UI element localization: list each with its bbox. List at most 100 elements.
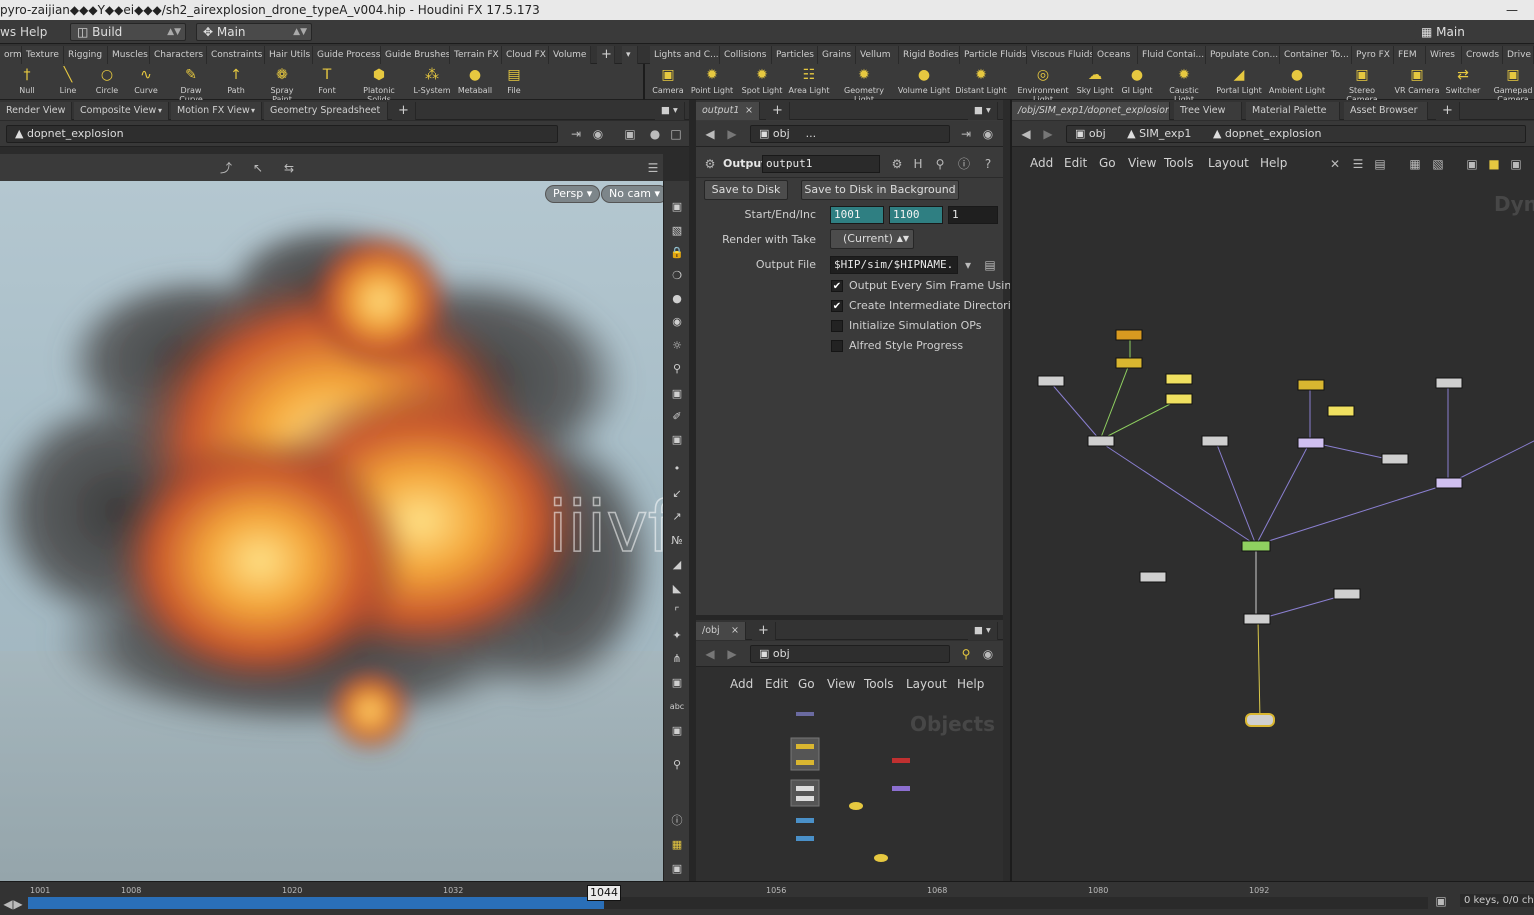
pin-icon[interactable]: ⇥ — [568, 126, 584, 142]
tool-vr-camera[interactable]: ▣ VR Camera — [1394, 64, 1440, 100]
shelf-tab-muscles[interactable]: Muscles — [108, 46, 150, 64]
obj-forward-icon[interactable]: ▶ — [724, 646, 740, 662]
take-select[interactable]: (Current) ▲▼ — [830, 229, 914, 249]
obj-path-field[interactable]: ▣ obj — [750, 645, 950, 663]
branch-icon[interactable]: ⋔ — [669, 651, 685, 667]
current-frame-indicator[interactable]: 1044 — [587, 885, 621, 901]
obj-menu-view[interactable]: View — [827, 677, 855, 691]
viewport-layout-icon[interactable]: □ — [668, 126, 684, 142]
normal-icon[interactable]: ↙ — [669, 486, 685, 502]
brush-icon[interactable]: ✐ — [669, 409, 685, 425]
obj-maximize-icon[interactable]: ■ ▾ — [968, 622, 998, 640]
add-tab-icon[interactable]: + — [392, 102, 416, 120]
shelf-tab-viscous-fluids[interactable]: Viscous Fluids — [1027, 46, 1093, 64]
tool-gamepad-camera[interactable]: ▣Gamepad Camera — [1492, 64, 1534, 104]
tool-line[interactable]: ╲ Line — [50, 64, 86, 100]
help-h-icon[interactable]: H — [910, 156, 926, 172]
point-icon[interactable]: • — [669, 461, 685, 477]
box-icon[interactable]: ▣ — [669, 675, 685, 691]
info-icon[interactable]: ⓘ — [669, 813, 685, 829]
tool-environment-light[interactable]: ◎Environment Light — [1014, 64, 1072, 104]
forward-icon[interactable]: ▶ — [724, 126, 740, 142]
obj-pin-icon[interactable]: ⚲ — [958, 646, 974, 662]
checkbox-alfred-style-progress[interactable] — [831, 340, 843, 352]
tool-geometry-light[interactable]: ✹Geometry Light — [840, 64, 888, 104]
shelf-tab-cloud-fx[interactable]: Cloud FX — [502, 46, 549, 64]
lights-icon[interactable]: ● — [647, 126, 663, 142]
display-icon[interactable]: ▣ — [669, 199, 685, 215]
back-icon[interactable]: ◀ — [702, 126, 718, 142]
tool-ambient-light[interactable]: ● Ambient Light — [1268, 64, 1326, 100]
tool-l-system[interactable]: ⁂ L-System — [410, 64, 454, 100]
tab-menu-icon[interactable]: ▾ — [251, 102, 255, 120]
tool-caustic-light[interactable]: ✹Caustic Light — [1159, 64, 1209, 104]
obj-menu-go[interactable]: Go — [798, 677, 815, 691]
shelf-tab-collisions[interactable]: Collisions — [720, 46, 772, 64]
frame-icon[interactable]: ▣ — [669, 723, 685, 739]
obj-back-icon[interactable]: ◀ — [702, 646, 718, 662]
shelf-tab-texture[interactable]: Texture — [22, 46, 64, 64]
shelf-tab-oceans[interactable]: Oceans — [1093, 46, 1138, 64]
node-name-field[interactable]: output1 — [762, 155, 880, 173]
display-options-icon[interactable]: ▣ — [622, 126, 638, 142]
transform-tool-icon[interactable]: ⇆ — [281, 160, 297, 176]
tab-menu-icon[interactable]: ▾ — [158, 102, 162, 120]
tool-gi-light[interactable]: ● GI Light — [1117, 64, 1157, 100]
save-to-disk-button[interactable]: Save to Disk — [704, 180, 788, 200]
shelf-tab-volume[interactable]: Volume — [549, 46, 591, 64]
shelf-tab-drive-s[interactable]: Drive S — [1503, 46, 1534, 64]
shelf-tab-fluid-contai[interactable]: Fluid Contai... — [1138, 46, 1206, 64]
shelf-tab-constraints[interactable]: Constraints — [207, 46, 265, 64]
tool-path[interactable]: ↑ Path — [218, 64, 254, 100]
scene-viewport[interactable]: iiivfx.com — [0, 181, 663, 881]
shelf-tab-grains[interactable]: Grains — [818, 46, 856, 64]
tool-circle[interactable]: ○ Circle — [89, 64, 125, 100]
minimize-icon[interactable]: — — [1506, 0, 1526, 20]
question-icon[interactable]: ? — [980, 156, 996, 172]
increment-field[interactable]: 1 — [948, 206, 998, 224]
light-icon[interactable]: ☼ — [669, 338, 685, 354]
add-obj-tab-icon[interactable]: + — [752, 622, 776, 640]
end-frame-field[interactable]: 1100 — [889, 206, 943, 224]
bones-icon[interactable]: ✦ — [669, 628, 685, 644]
select-tool-icon[interactable]: ⤴ — [218, 160, 234, 176]
marker2-icon[interactable]: ⚲ — [669, 757, 685, 773]
shelf-tab-pyro-fx[interactable]: Pyro FX — [1352, 46, 1394, 64]
shelf-tab-guide-brushes[interactable]: Guide Brushes — [381, 46, 450, 64]
checkbox-output-every-sim-frame-usin[interactable]: ✔ — [831, 280, 843, 292]
camera-icon[interactable]: ▣ — [669, 386, 685, 402]
obj-menu-help[interactable]: Help — [957, 677, 984, 691]
file-browse-icon[interactable]: ▤ — [982, 257, 998, 273]
shelf-tab-wires[interactable]: Wires — [1426, 46, 1462, 64]
tab-obj[interactable]: /obj × — [696, 622, 746, 640]
shelf-tab-guide-process[interactable]: Guide Process — [313, 46, 381, 64]
output-file-field[interactable]: $HIP/sim/$HIPNAME. — [830, 256, 958, 274]
shelf-tab-particles[interactable]: Particles — [772, 46, 818, 64]
menu-help[interactable]: Help — [20, 20, 47, 44]
tool-curve[interactable]: ∿ Curve — [128, 64, 164, 100]
obj-menu-add[interactable]: Add — [730, 677, 753, 691]
tab-composite-view[interactable]: Composite View ▾ — [74, 102, 169, 120]
shelf-tab-vellum[interactable]: Vellum — [856, 46, 899, 64]
persp-menu-button[interactable]: Persp ▾ — [545, 185, 601, 203]
file-menu-icon[interactable]: ▾ — [960, 257, 976, 273]
link-icon[interactable]: ◉ — [590, 126, 606, 142]
tool-volume-light[interactable]: ● Volume Light — [897, 64, 951, 100]
obj-menu-edit[interactable]: Edit — [765, 677, 788, 691]
tool-stereo-camera[interactable]: ▣Stereo Camera — [1340, 64, 1384, 104]
obj-link-icon[interactable]: ◉ — [980, 646, 996, 662]
handle-tool-icon[interactable]: ↖ — [250, 160, 266, 176]
main-shelf-set[interactable]: ▦ Main — [1414, 23, 1534, 41]
pane-maximize-icon[interactable]: ■ ▾ — [655, 102, 685, 120]
render-icon[interactable]: ▣ — [669, 432, 685, 448]
info-node-icon[interactable]: ⓘ — [956, 156, 972, 172]
tool-camera[interactable]: ▣ Camera — [650, 64, 686, 100]
tool-switcher[interactable]: ⇄ Switcher — [1440, 64, 1486, 100]
gear-icon[interactable]: ⚙ — [889, 156, 905, 172]
vector-icon[interactable]: ↗ — [669, 509, 685, 525]
shelf-tab-populate-con[interactable]: Populate Con... — [1206, 46, 1280, 64]
shelf-tab-rigid-bodies[interactable]: Rigid Bodies — [899, 46, 960, 64]
corner-icon[interactable]: ⌜ — [669, 604, 685, 620]
wireframe-icon[interactable]: ▧ — [669, 223, 685, 239]
tool-sky-light[interactable]: ☁ Sky Light — [1076, 64, 1114, 100]
